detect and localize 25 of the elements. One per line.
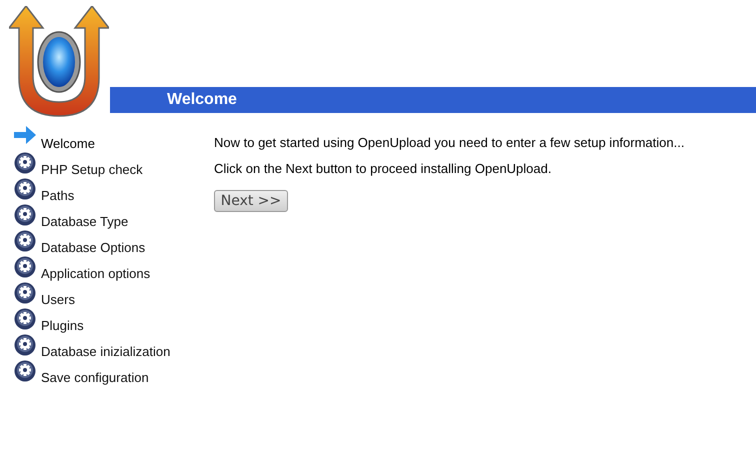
step-label: Save configuration (41, 370, 149, 386)
gear-icon (14, 308, 36, 330)
instruction-text: Click on the Next button to proceed installing OpenUpload. (214, 161, 552, 177)
step-label: Application options (41, 266, 150, 282)
gear-icon (14, 282, 36, 304)
next-button[interactable]: Next >> (214, 190, 288, 212)
arrow-icon (14, 126, 36, 144)
gear-icon (14, 256, 36, 278)
step-label: Welcome (41, 136, 95, 152)
gear-icon (14, 230, 36, 252)
gear-icon (14, 204, 36, 226)
page-title: Welcome (167, 90, 237, 110)
gear-icon (14, 152, 36, 174)
step-label: Database inizialization (41, 344, 170, 360)
step-label: Database Type (41, 214, 128, 230)
step-label: Database Options (41, 240, 146, 256)
logo-icon (9, 6, 109, 118)
step-label: PHP Setup check (41, 162, 143, 178)
gear-icon (14, 334, 36, 356)
gear-icon (14, 178, 36, 200)
gear-icon (14, 360, 36, 382)
instruction-text: Now to get started using OpenUpload you need to enter a few setup information... (214, 135, 684, 151)
step-label: Users (41, 292, 75, 308)
step-label: Paths (41, 188, 74, 204)
step-label: Plugins (41, 318, 84, 334)
